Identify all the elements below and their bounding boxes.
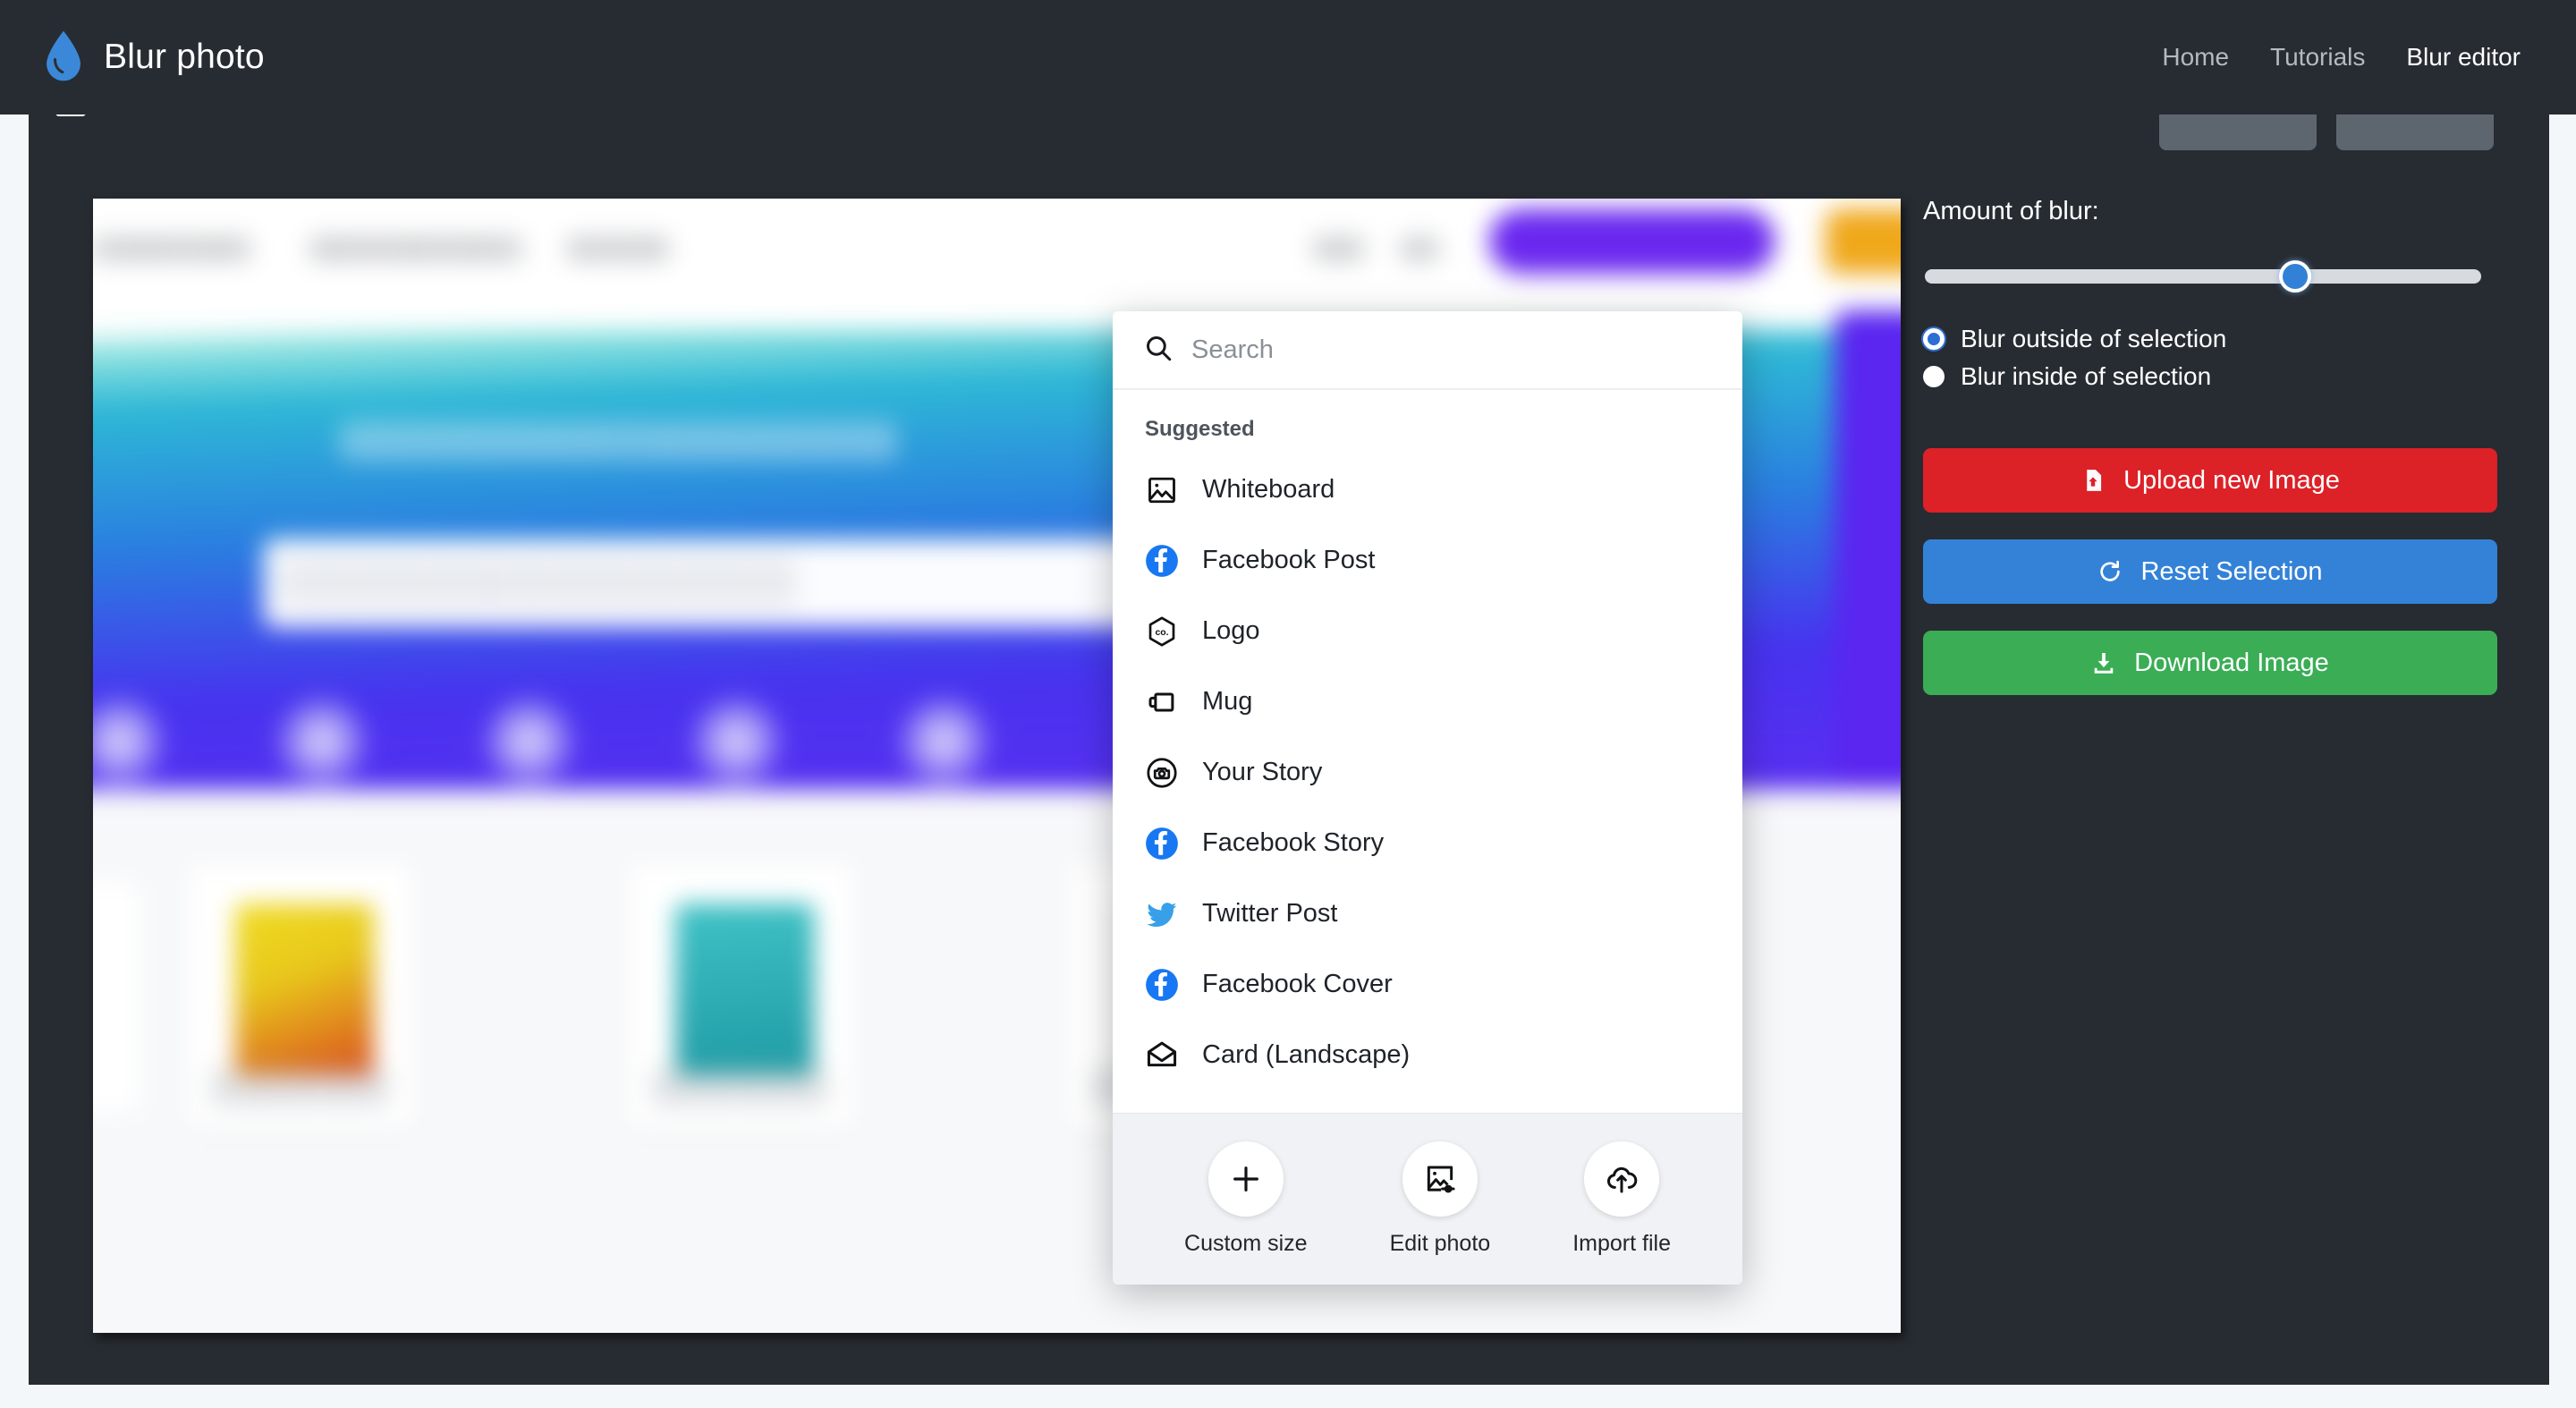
action-label: Import file [1572,1231,1671,1256]
search-input[interactable] [1191,335,1712,365]
list-item-facebook-post[interactable]: Facebook Post [1113,525,1742,596]
button-label: Reset Selection [2140,556,2323,586]
button-label: Upload new Image [2123,465,2340,495]
action-label: Edit photo [1389,1231,1491,1256]
dropdown-footer-actions: Custom size Edit photo Import file [1113,1113,1742,1285]
slider-track [1925,269,2481,284]
list-item-label: Logo [1202,616,1260,645]
brand-title: Blur photo [104,38,265,76]
svg-text:co.: co. [1155,628,1168,638]
radio-label: Blur outside of selection [1961,325,2227,352]
list-item-mug[interactable]: Mug [1113,666,1742,737]
water-drop-icon [43,30,84,85]
list-item-label: Mug [1202,687,1253,716]
list-item-label: Facebook Post [1202,546,1376,574]
list-item-label: Twitter Post [1202,899,1338,928]
camera-circle-icon [1145,756,1179,790]
upload-new-image-button[interactable]: Upload new Image [1923,448,2497,513]
facebook-icon [1145,544,1179,578]
nav-link-blur-editor[interactable]: Blur editor [2406,43,2521,72]
top-navigation-bar: Blur photo Home Tutorials Blur editor [0,0,2576,115]
list-item-twitter-post[interactable]: Twitter Post [1113,878,1742,949]
facebook-icon [1145,827,1179,861]
list-item-your-story[interactable]: Your Story [1113,737,1742,808]
suggested-list: Suggested Whiteboard Facebook Post co. L… [1113,390,1742,1113]
action-custom-size[interactable]: Custom size [1184,1141,1308,1257]
edit-photo-icon [1402,1141,1478,1217]
search-row [1113,311,1742,390]
list-item-logo[interactable]: co. Logo [1113,596,1742,666]
suggested-sizes-dropdown: Suggested Whiteboard [1113,311,1742,1285]
radio-indicator [1923,328,1945,350]
list-item-label: Facebook Cover [1202,970,1393,998]
logo-hexagon-icon: co. [1145,615,1179,649]
nav-link-home[interactable]: Home [2162,43,2229,72]
file-upload-icon [2080,468,2106,493]
mug-icon [1145,685,1179,719]
refresh-icon [2097,559,2123,584]
list-item-whiteboard[interactable]: Whiteboard [1113,454,1742,525]
list-item-label: Your Story [1202,758,1323,786]
list-item-card-landscape[interactable]: Card (Landscape) [1113,1020,1742,1090]
action-edit-photo[interactable]: Edit photo [1389,1141,1491,1257]
radio-label: Blur inside of selection [1961,362,2212,390]
envelope-icon [1145,1039,1179,1073]
image-icon [1145,473,1179,507]
slider-thumb[interactable] [2279,260,2311,293]
action-import-file[interactable]: Import file [1572,1141,1671,1257]
list-item-label: Whiteboard [1202,475,1335,504]
list-item-label: Card (Landscape) [1202,1040,1411,1069]
download-image-button[interactable]: Download Image [1923,631,2497,695]
cloud-upload-icon [1584,1141,1660,1217]
twitter-icon [1145,897,1179,931]
blur-amount-label: Amount of blur: [1923,197,2099,225]
list-item-label: Facebook Story [1202,828,1385,857]
blur-amount-slider[interactable] [1923,259,2497,294]
search-icon [1143,333,1174,368]
action-label: Custom size [1184,1231,1308,1256]
button-label: Download Image [2134,648,2329,677]
blur-controls-panel: Amount of blur: Blur outside of selectio… [1923,197,2497,695]
section-label-suggested: Suggested [1145,417,1255,441]
download-icon [2091,650,2116,675]
radio-indicator [1923,366,1945,387]
radio-blur-inside[interactable]: Blur inside of selection [1923,362,2497,391]
facebook-icon [1145,968,1179,1002]
plus-icon [1208,1141,1284,1217]
app-shell: Blur Photo Editor [29,0,2549,1385]
brand[interactable]: Blur photo [43,30,265,85]
nav-links: Home Tutorials Blur editor [2162,43,2521,72]
radio-blur-outside[interactable]: Blur outside of selection [1923,325,2497,353]
list-item-facebook-story[interactable]: Facebook Story [1113,808,1742,878]
nav-link-tutorials[interactable]: Tutorials [2270,43,2365,72]
reset-selection-button[interactable]: Reset Selection [1923,539,2497,604]
list-item-facebook-cover[interactable]: Facebook Cover [1113,949,1742,1020]
